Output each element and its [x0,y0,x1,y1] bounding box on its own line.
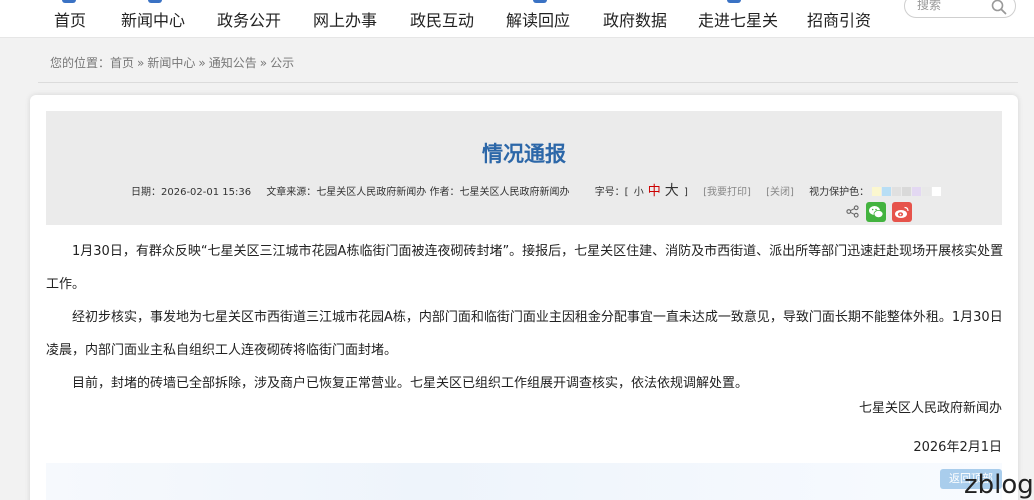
eye-protect-swatch[interactable] [872,187,882,196]
eye-protect-swatch[interactable] [922,187,932,196]
article-meta: 日期：2026-02-01 15:36 文章来源：七星关区人民政府新闻办 作者：… [131,180,942,200]
font-size-small-button[interactable]: 小 [634,183,644,198]
weibo-share-icon[interactable] [892,202,912,222]
eye-protect-swatch[interactable] [932,187,942,196]
eye-protect-swatch[interactable] [892,187,902,196]
article-author: 七星关区人民政府新闻办 [459,187,570,198]
font-size-large-button[interactable]: 大 [665,180,679,200]
article-paragraph: 经初步核实，事发地为七星关区市西街道三江城市花园A栋，内部门面和临街门面业主因租… [46,310,1003,358]
article-header: 情况通报 日期：2026-02-01 15:36 文章来源：七星关区人民政府新闻… [46,111,1002,225]
breadcrumb-news[interactable]: 新闻中心 [147,56,195,70]
watermark-text: zblog [964,470,1034,500]
author-label: 作者： [429,187,460,198]
nav-decoration [62,0,76,3]
nav-decoration [533,0,547,3]
article-source: 七星关区人民政府新闻办 [316,187,427,198]
nav-item-gov-open[interactable]: 政务公开 [217,7,281,31]
article-footer-strip: 返回顶部 [46,463,1002,500]
nav-item-news[interactable]: 新闻中心 [121,7,185,31]
eye-protect-swatch[interactable] [902,187,912,196]
article-paragraph: 目前，封堵的砖墙已全部拆除，涉及商户已恢复正常营业。七星关区已组织工作组展开调查… [72,376,749,391]
wechat-share-icon[interactable] [866,202,886,222]
nav-item-interaction[interactable]: 政民互动 [410,7,474,31]
eye-protect-swatches [872,187,942,198]
breadcrumb-public[interactable]: 公示 [270,56,294,70]
share-icon[interactable] [846,205,859,218]
print-link[interactable]: [我要打印] [703,183,751,198]
article-title: 情况通报 [482,142,566,166]
nav-item-gov-data[interactable]: 政府数据 [603,7,667,31]
nav-item-home[interactable]: 首页 [54,7,86,31]
breadcrumb-separator: » [198,56,206,70]
font-size-medium-button[interactable]: 中 [648,180,661,199]
article-sign-date: 2026年2月1日 [913,440,1002,455]
breadcrumb-notices[interactable]: 通知公告 [209,56,257,70]
breadcrumb-home[interactable]: 首页 [110,56,134,70]
search-box [904,0,1016,18]
breadcrumb: 您的位置：首页» 新闻中心» 通知公告» 公示 [50,54,294,71]
publish-date: 2026-02-01 15:36 [161,187,252,198]
breadcrumb-divider [38,82,1018,83]
article-paragraph: 1月30日，有群众反映“七星关区三江城市花园A栋临街门面被连夜砌砖封堵”。接报后… [46,244,1004,292]
font-size-label: 字号：[ [594,187,629,198]
source-label: 文章来源： [266,187,317,198]
breadcrumb-separator: » [137,56,145,70]
search-icon[interactable] [991,0,1007,15]
top-nav-bar: 首页 新闻中心 政务公开 网上办事 政民互动 解读回应 政府数据 走进七星关 招… [0,0,1034,38]
article-card: 情况通报 日期：2026-02-01 15:36 文章来源：七星关区人民政府新闻… [30,95,1018,500]
article-body: 1月30日，有群众反映“七星关区三江城市花园A栋临街门面被连夜砌砖封堵”。接报后… [46,235,1006,400]
search-input[interactable] [917,0,987,12]
font-size-close-bracket: ] [683,187,688,198]
breadcrumb-separator: » [259,56,268,70]
eye-protect-swatch[interactable] [912,187,922,196]
close-link[interactable]: [关闭] [766,183,794,198]
nav-item-about[interactable]: 走进七星关 [698,7,778,31]
nav-item-interpretation[interactable]: 解读回应 [506,7,570,31]
nav-item-investment[interactable]: 招商引资 [807,7,871,31]
eye-protect-label: 视力保护色： [809,187,870,198]
article-signature: 七星关区人民政府新闻办 [858,401,1002,416]
nav-decoration [148,0,162,3]
nav-decoration [727,0,741,3]
nav-item-online-service[interactable]: 网上办事 [313,7,377,31]
eye-protect-swatch[interactable] [882,187,892,196]
breadcrumb-prefix: 您的位置： [50,56,111,70]
date-label: 日期： [131,187,161,198]
